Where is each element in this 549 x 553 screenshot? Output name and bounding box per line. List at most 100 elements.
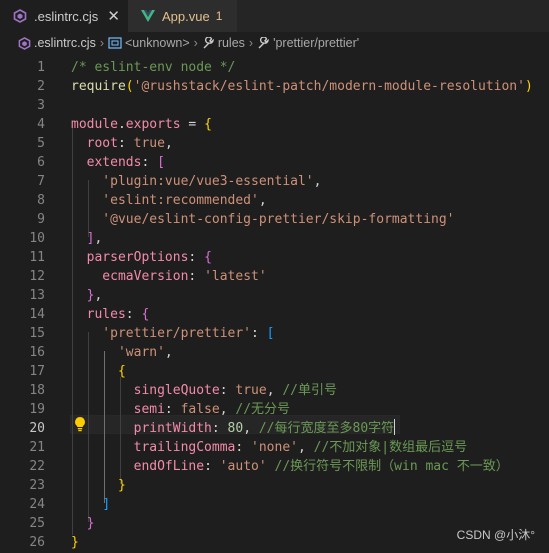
code-token: }: [71, 535, 79, 550]
line-number: 26: [29, 535, 45, 550]
line-code: },: [71, 286, 103, 305]
line-code: semi: false, //无分号: [71, 400, 290, 419]
code-line[interactable]: 13 },: [0, 286, 549, 305]
code-line[interactable]: 18 singleQuote: true, //单引号: [0, 381, 549, 400]
lightbulb-icon[interactable]: [74, 416, 86, 436]
line-number: 10: [29, 231, 45, 246]
line-code: /* eslint-env node */: [71, 58, 235, 77]
line-number: 14: [29, 307, 45, 322]
vue-icon: [140, 8, 156, 24]
line-number: 12: [29, 269, 45, 284]
code-line[interactable]: 2 require('@rushstack/eslint-patch/modern…: [0, 77, 549, 96]
breadcrumb-prettier[interactable]: 'prettier/prettier': [273, 36, 359, 50]
code-line[interactable]: 3: [0, 96, 549, 115]
chevron-right-icon: ›: [193, 36, 198, 50]
code-line[interactable]: 22 endOfLine: 'auto' //换行符号不限制（win mac 不…: [0, 457, 549, 476]
line-code: require('@rushstack/eslint-patch/modern-…: [71, 77, 533, 96]
code-token: //不加对象|数组最后逗号: [313, 440, 468, 455]
breadcrumb-file[interactable]: .eslintrc.cjs: [34, 36, 96, 50]
code-line[interactable]: 10 ],: [0, 229, 549, 248]
code-line[interactable]: 14 rules: {: [0, 305, 549, 324]
line-code: extends: [: [71, 153, 165, 172]
code-token: ,: [94, 288, 103, 303]
breadcrumb: .eslintrc.cjs › <unknown> › rules › 'pre…: [0, 32, 549, 54]
code-token: :: [117, 136, 134, 151]
line-code: }: [71, 514, 95, 533]
line-number: 1: [37, 60, 45, 75]
wrench-icon: [202, 36, 215, 50]
line-code: parserOptions: {: [71, 248, 212, 267]
code-token: endOfLine: [71, 459, 205, 474]
code-token: ,: [258, 193, 267, 208]
line-code: ecmaVersion: 'latest': [71, 267, 267, 286]
code-token: ,: [164, 345, 173, 360]
code-token: true: [235, 383, 267, 398]
code-token: :: [164, 402, 181, 417]
code-token: extends: [71, 155, 142, 170]
code-line[interactable]: 11 parserOptions: {: [0, 248, 549, 267]
code-line[interactable]: 23 }: [0, 476, 549, 495]
line-number: 20: [29, 421, 45, 436]
line-code: endOfLine: 'auto' //换行符号不限制（win mac 不一致）: [71, 457, 509, 476]
code-line[interactable]: 8 'eslint:recommended',: [0, 191, 549, 210]
code-token: ,: [219, 402, 236, 417]
code-token: printWidth: [71, 421, 212, 436]
code-line[interactable]: 4 module.exports = {: [0, 115, 549, 134]
line-code: 'warn',: [71, 343, 173, 362]
code-line[interactable]: 5 root: true,: [0, 134, 549, 153]
tab-eslintrc[interactable]: .eslintrc.cjs ✕: [0, 0, 128, 32]
line-number: 11: [29, 250, 45, 265]
code-line[interactable]: 12 ecmaVersion: 'latest': [0, 267, 549, 286]
watermark: CSDN @小沐°: [456, 528, 535, 542]
code-line[interactable]: 24 ]: [0, 495, 549, 514]
code-token: //单引号: [282, 383, 337, 398]
code-line[interactable]: 17 {: [0, 362, 549, 381]
line-code: 'plugin:vue/vue3-essential',: [71, 172, 321, 191]
line-number: 24: [29, 497, 45, 512]
code-line[interactable]: 16 'warn',: [0, 343, 549, 362]
close-icon[interactable]: ✕: [107, 7, 120, 25]
code-token: 'latest': [204, 269, 267, 284]
code-line[interactable]: 1 /* eslint-env node */: [0, 58, 549, 77]
breadcrumb-rules[interactable]: rules: [218, 36, 245, 50]
code-token: :: [141, 155, 158, 170]
code-token: /* eslint-env node */: [71, 60, 236, 75]
tab-label: .eslintrc.cjs: [34, 8, 99, 24]
line-code: ]: [71, 495, 110, 514]
code-token: '@vue/eslint-config-prettier/skip-format…: [71, 212, 455, 227]
code-line[interactable]: 7 'plugin:vue/vue3-essential',: [0, 172, 549, 191]
line-number: 23: [29, 478, 45, 493]
tab-app-vue[interactable]: App.vue 1: [128, 0, 238, 32]
line-number: 6: [37, 155, 45, 170]
code-token: false: [180, 402, 220, 417]
line-code: {: [71, 362, 126, 381]
code-token: 'none': [251, 440, 298, 455]
code-line[interactable]: 6 extends: [: [0, 153, 549, 172]
code-token: }: [86, 516, 95, 531]
line-code: singleQuote: true, //单引号: [71, 381, 337, 400]
code-line[interactable]: 9 '@vue/eslint-config-prettier/skip-form…: [0, 210, 549, 229]
code-token: true: [133, 136, 165, 151]
code-token: module: [71, 117, 118, 132]
code-token: ecmaVersion: [71, 269, 189, 284]
breadcrumb-unknown[interactable]: <unknown>: [125, 36, 190, 50]
problem-count-badge: 1: [215, 9, 223, 23]
line-number: 16: [29, 345, 45, 360]
code-token: //每行宽度至多80字符: [258, 421, 395, 436]
line-code: rules: {: [71, 305, 150, 324]
line-code: 'eslint:recommended',: [71, 191, 267, 210]
code-token: //无分号: [235, 402, 291, 417]
code-token: ,: [243, 421, 259, 436]
line-number: 15: [29, 326, 45, 341]
code-token: 'prettier/prettier': [71, 326, 252, 341]
code-token: 'plugin:vue/vue3-essential': [71, 174, 314, 189]
code-line[interactable]: 15 'prettier/prettier': [: [0, 324, 549, 343]
code-editor[interactable]: 1 /* eslint-env node */ 2 require('@rushsta…: [0, 54, 549, 553]
code-token: ,: [266, 383, 283, 398]
code-token: {: [117, 364, 126, 379]
code-token: :: [219, 383, 236, 398]
code-line[interactable]: 21 trailingComma: 'none', //不加对象|数组最后逗号: [0, 438, 549, 457]
